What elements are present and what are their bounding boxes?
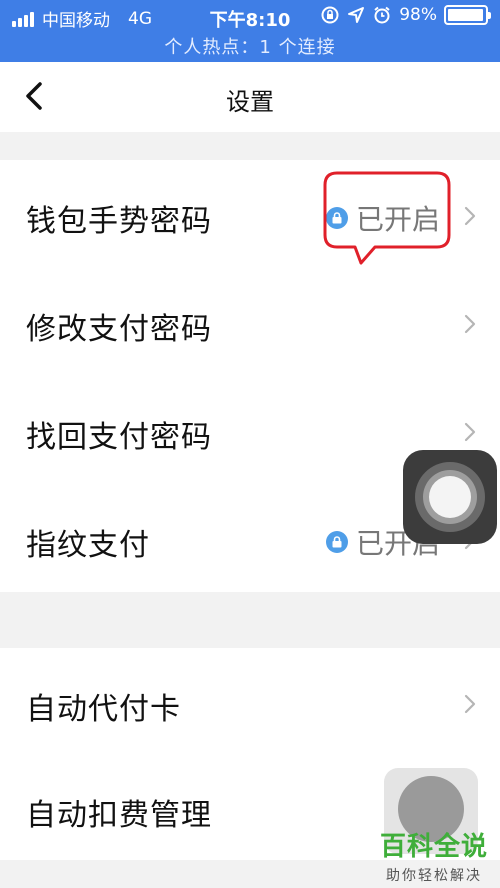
- settings-row-label: 指纹支付: [26, 528, 150, 563]
- watermark: 百科全说 助你轻松解决: [372, 826, 496, 885]
- settings-row-label: 自动代付卡: [26, 692, 181, 727]
- chevron-right-icon: [464, 422, 476, 442]
- battery-icon: [444, 5, 491, 25]
- settings-row-label: 自动扣费管理: [26, 798, 212, 833]
- watermark-subtitle: 助你轻松解决: [386, 868, 482, 884]
- status-bar: 中国移动 4G 下午8:10 98% 个人热点：1 个连接: [0, 0, 500, 62]
- highlight-callout: [323, 171, 451, 265]
- nav-bar: 设置: [0, 62, 500, 132]
- settings-row-label: 修改支付密码: [26, 312, 212, 347]
- settings-row-change-pay-password[interactable]: 修改支付密码: [0, 268, 500, 376]
- page-title: 设置: [226, 88, 274, 116]
- battery-percent: 98%: [399, 5, 437, 25]
- lock-icon: [325, 531, 348, 553]
- settings-row-label: 钱包手势密码: [26, 204, 212, 239]
- assistive-touch-button[interactable]: [403, 450, 497, 544]
- location-icon: [348, 7, 365, 23]
- hotspot-banner[interactable]: 个人热点：1 个连接: [0, 33, 500, 59]
- settings-row-auto-payment-card[interactable]: 自动代付卡: [0, 648, 500, 756]
- battery-fill: [448, 9, 484, 21]
- alarm-icon: [374, 6, 390, 24]
- status-bar-right: 98%: [320, 5, 491, 25]
- chevron-right-icon: [464, 694, 476, 714]
- watermark-title: 百科全说: [379, 832, 488, 862]
- chevron-right-icon: [464, 206, 476, 226]
- settings-row-label: 找回支付密码: [26, 420, 212, 455]
- chevron-right-icon: [464, 314, 476, 334]
- rotation-lock-icon: [321, 6, 339, 24]
